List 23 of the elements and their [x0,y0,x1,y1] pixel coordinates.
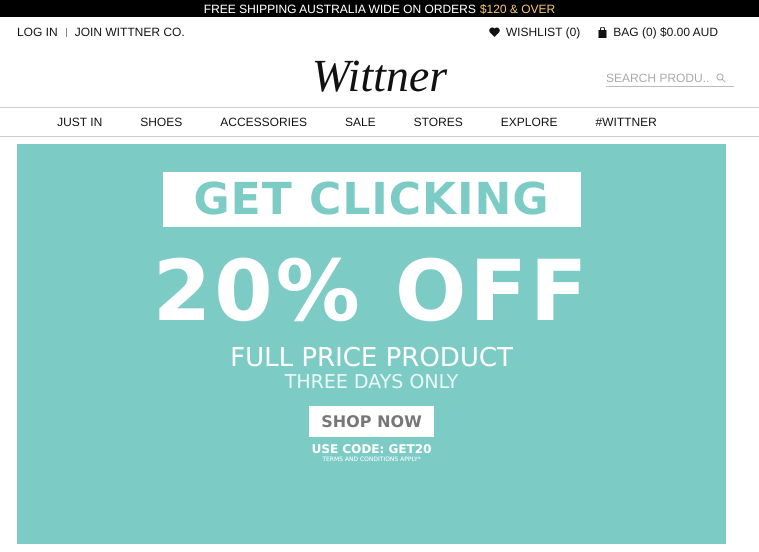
nav-link[interactable]: JUST IN [57,115,102,129]
bag-link[interactable]: BAG (0) $0.00 AUD [598,25,718,39]
account-link[interactable]: JOIN WITTNER CO. [74,25,185,39]
shop-now-button[interactable]: SHOP NOW [309,406,434,437]
wishlist-link[interactable]: WISHLIST (0) [488,25,580,39]
nav-link[interactable]: #WITTNER [596,115,657,129]
banner-duration: THREE DAYS ONLY [284,373,458,392]
nav-link[interactable]: SHOES [140,115,182,129]
nav-link[interactable]: STORES [414,115,463,129]
promo-code: USE CODE: GET20 [312,442,432,456]
bag-icon [598,26,608,38]
account-link[interactable]: LOG IN [17,25,58,39]
search-icon [716,73,726,83]
banner-headline: GET CLICKING [162,172,580,227]
shipping-threshold: $120 & OVER [480,2,556,16]
banner-subtitle: FULL PRICE PRODUCT [230,345,513,371]
nav-link[interactable]: EXPLORE [500,115,558,129]
nav-link[interactable]: ACCESSORIES [220,115,307,129]
heart-icon [488,27,500,37]
shipping-message: FREE SHIPPING AUSTRALIA WIDE ON ORDERS [204,2,476,16]
logo[interactable]: Wittner [312,48,448,102]
discount-text: 20% OFF [152,249,590,333]
nav-link[interactable]: SALE [344,115,376,129]
